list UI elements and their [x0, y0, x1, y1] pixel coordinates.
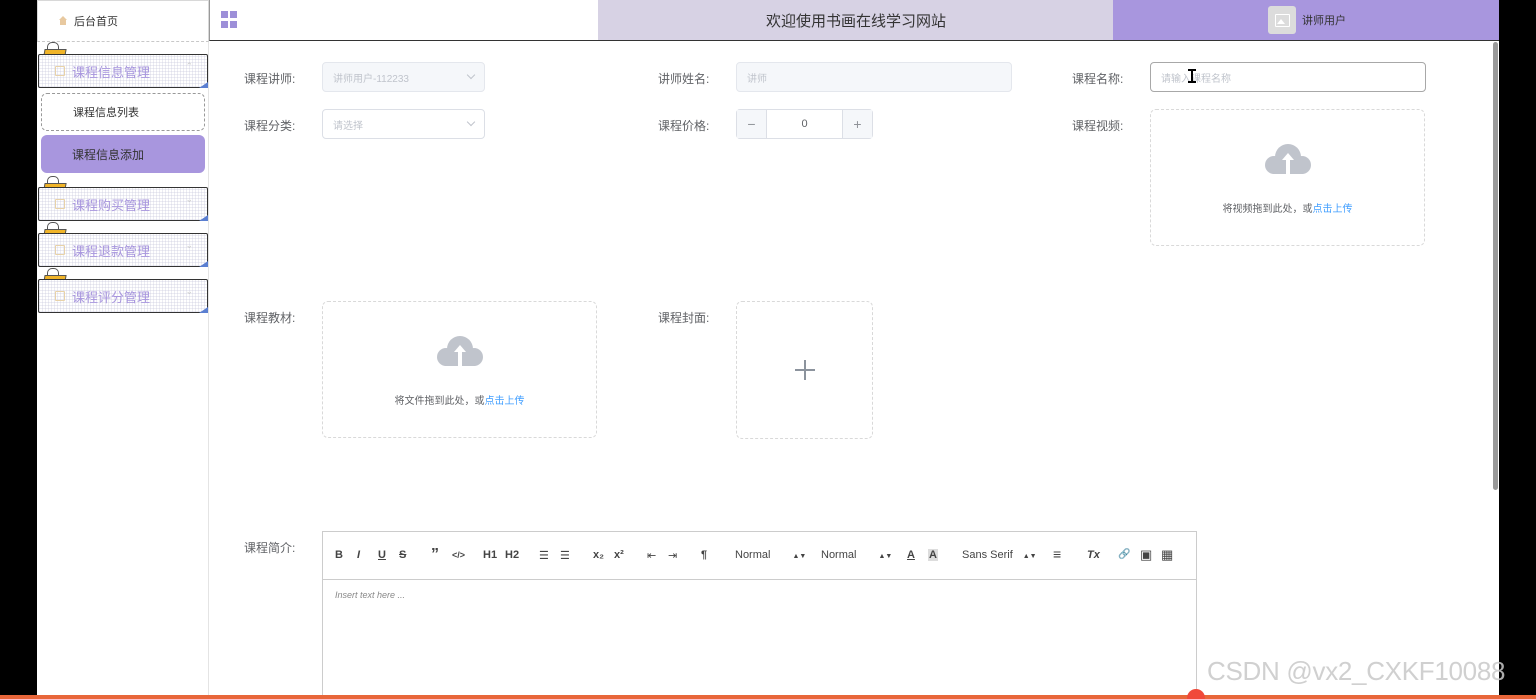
chevron-down-icon: ⌄ — [185, 286, 193, 296]
video-button[interactable]: ▦ — [1161, 547, 1173, 563]
teacher-name-field[interactable]: 讲师 — [736, 62, 1012, 92]
material-upload-dropzone[interactable]: 将文件拖到此处，或点击上传 — [322, 301, 597, 438]
image-button[interactable]: ▣ — [1140, 547, 1152, 563]
vertical-scrollbar[interactable] — [1493, 42, 1498, 490]
increment-button[interactable]: + — [842, 110, 872, 138]
superscript-button[interactable]: x² — [614, 549, 624, 561]
bold-button[interactable]: B — [335, 549, 343, 561]
folder-icon — [55, 291, 65, 301]
up-down-icon: ▲▼ — [792, 553, 807, 560]
indent-button[interactable]: ⇥ — [668, 549, 677, 562]
sidebar-item-course-list[interactable]: 课程信息列表 — [41, 93, 205, 131]
header1-button[interactable]: H1 — [483, 549, 497, 561]
italic-button[interactable]: I — [357, 549, 360, 561]
chevron-up-icon: ⌃ — [185, 61, 193, 71]
upload-cloud-icon — [437, 336, 483, 368]
cover-label: 课程封面: — [658, 311, 710, 325]
teacher-label: 课程讲师: — [244, 72, 296, 86]
blockquote-button[interactable]: ” — [431, 546, 439, 564]
subscript-button[interactable]: x₂ — [593, 549, 604, 561]
chevron-down-icon — [466, 70, 476, 80]
teacher-select[interactable]: 讲师用户-112233 — [322, 62, 485, 92]
up-down-icon: ▲▼ — [1022, 553, 1037, 560]
clean-format-button[interactable]: Tx — [1087, 549, 1100, 561]
text-cursor-icon — [1188, 69, 1196, 83]
background-color-button[interactable]: A — [928, 549, 938, 561]
chevron-down-icon: ⌄ — [185, 240, 193, 250]
avatar — [1268, 6, 1296, 34]
category-label: 课程分类: — [244, 119, 296, 133]
outdent-button[interactable]: ⇤ — [647, 549, 656, 562]
home-icon — [58, 16, 68, 26]
link-button[interactable]: 🔗 — [1118, 549, 1130, 560]
underline-button[interactable]: U — [378, 549, 386, 561]
sidebar: 课程信息管理 ⌃ 课程信息列表 课程信息添加 课程购买管理 ⌄ 课程退款管理 ⌄… — [37, 42, 209, 699]
sidebar-group-rating[interactable]: 课程评分管理 ⌄ — [38, 279, 208, 313]
video-upload-link[interactable]: 点击上传 — [1313, 204, 1353, 215]
code-block-button[interactable]: </> — [452, 550, 465, 560]
grid-menu-icon[interactable] — [221, 11, 238, 28]
folder-icon — [55, 199, 65, 209]
text-direction-button[interactable]: ¶ — [701, 549, 707, 561]
category-select[interactable]: 请选择 — [322, 109, 485, 139]
font-select[interactable]: Sans Serif ▲▼ — [962, 549, 1037, 561]
folder-icon — [55, 245, 65, 255]
home-label: 后台首页 — [74, 16, 118, 28]
upload-cloud-icon — [1265, 144, 1311, 176]
sidebar-group-course-info[interactable]: 课程信息管理 ⌃ — [38, 54, 208, 88]
sidebar-group-purchase[interactable]: 课程购买管理 ⌄ — [38, 187, 208, 221]
folder-icon — [55, 66, 65, 76]
cover-upload-box[interactable] — [736, 301, 873, 439]
watermark: CSDN @vx2_CXKF10088 — [1207, 656, 1506, 686]
user-label: 讲师用户 — [1302, 15, 1346, 27]
price-label: 课程价格: — [658, 119, 710, 133]
strike-button[interactable]: S — [399, 549, 406, 561]
editor-content-area[interactable]: Insert text here ... — [323, 580, 1196, 610]
chevron-down-icon — [466, 117, 476, 127]
sidebar-item-course-add[interactable]: 课程信息添加 — [41, 135, 205, 173]
plus-icon — [795, 360, 815, 380]
top-header: 欢迎使用书画在线学习网站 讲师用户 — [209, 0, 1499, 41]
teacher-name-label: 讲师姓名: — [658, 72, 710, 86]
align-button[interactable]: ≡ — [1053, 546, 1061, 562]
material-upload-link[interactable]: 点击上传 — [485, 396, 525, 407]
course-name-label: 课程名称: — [1072, 72, 1124, 86]
user-menu[interactable]: 讲师用户 — [1113, 0, 1499, 40]
video-upload-dropzone[interactable]: 将视频拖到此处，或点击上传 — [1150, 109, 1425, 246]
header2-button[interactable]: H2 — [505, 549, 519, 561]
sidebar-group-refund[interactable]: 课程退款管理 ⌄ — [38, 233, 208, 267]
bullet-list-button[interactable]: ☰ — [560, 549, 570, 562]
progress-bar — [0, 695, 1536, 699]
chevron-down-icon: ⌄ — [185, 194, 193, 204]
size-select[interactable]: Normal ▲▼ — [735, 549, 806, 561]
course-form: 课程讲师: 讲师用户-112233 讲师姓名: 讲师 课程名称: 请输入课程名称… — [210, 41, 1499, 699]
course-name-input[interactable]: 请输入课程名称 — [1150, 62, 1426, 92]
editor-toolbar: B I U S ” </> H1 H2 ☰ ☰ x₂ x² ⇤ ⇥ ¶ Norm… — [323, 532, 1196, 580]
rich-text-editor: B I U S ” </> H1 H2 ☰ ☰ x₂ x² ⇤ ⇥ ¶ Norm… — [322, 531, 1197, 699]
home-link[interactable]: 后台首页 — [37, 0, 209, 42]
price-value[interactable]: 0 — [767, 110, 842, 138]
intro-label: 课程简介: — [244, 541, 296, 555]
video-label: 课程视频: — [1072, 119, 1124, 133]
material-label: 课程教材: — [244, 311, 296, 325]
price-stepper[interactable]: − 0 + — [736, 109, 873, 139]
page-title: 欢迎使用书画在线学习网站 — [598, 0, 1114, 40]
header-select[interactable]: Normal ▲▼ — [821, 549, 892, 561]
decrement-button[interactable]: − — [737, 110, 767, 138]
ordered-list-button[interactable]: ☰ — [539, 549, 549, 562]
app-frame: 后台首页 欢迎使用书画在线学习网站 讲师用户 课程信息管理 ⌃ 课程信息列表 课… — [37, 0, 1499, 699]
text-color-button[interactable]: A — [907, 549, 915, 561]
up-down-icon: ▲▼ — [878, 553, 893, 560]
